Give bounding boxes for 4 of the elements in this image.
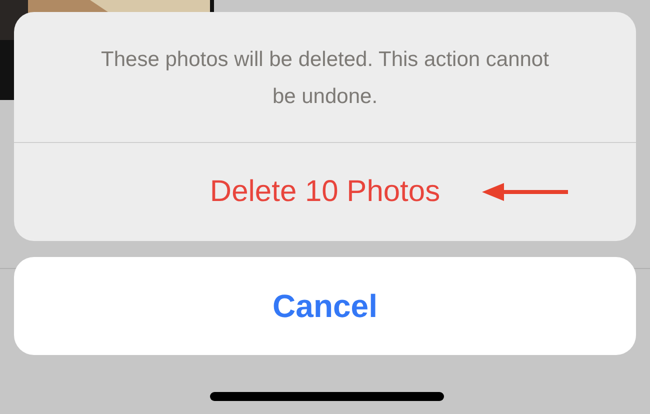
cancel-button[interactable]: Cancel [14,257,636,355]
sheet-message: These photos will be deleted. This action cannot be undone. [14,12,636,143]
arrow-icon [482,183,568,201]
delete-button[interactable]: Delete 10 Photos [206,167,444,217]
